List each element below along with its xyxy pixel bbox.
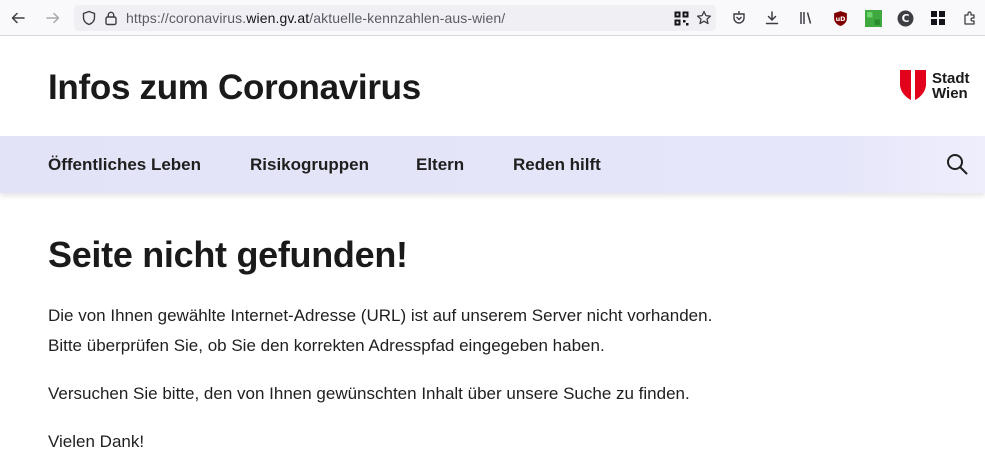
url-prefix: https://coronavirus.: [126, 10, 247, 26]
url-path: /aktuelle-kennzahlen-aus-wien/: [309, 10, 506, 26]
url-text[interactable]: https://coronavirus.wien.gv.at/aktuelle-…: [126, 10, 505, 26]
svg-text:C: C: [901, 12, 909, 25]
url-domain: wien.gv.at: [246, 10, 310, 26]
qr-code-icon[interactable]: [674, 11, 690, 27]
shield-icon[interactable]: [81, 10, 97, 26]
nav-item-oeffentliches-leben[interactable]: Öffentliches Leben: [48, 155, 201, 175]
logo-line-2: Wien: [932, 85, 968, 102]
site-header: Infos zum Coronavirus Stadt Wien: [0, 36, 985, 136]
page-heading: Seite nicht gefunden!: [48, 234, 408, 275]
lock-icon[interactable]: [103, 10, 119, 26]
c-extension-icon[interactable]: C: [896, 9, 914, 27]
logo-line-1: Stadt: [932, 70, 970, 87]
puzzle-icon[interactable]: [961, 9, 979, 27]
pocket-icon[interactable]: [730, 9, 748, 27]
thanks-text: Vielen Dank!: [48, 432, 145, 451]
vienna-shield-icon: [900, 70, 926, 101]
nav-item-reden-hilft[interactable]: Reden hilft: [513, 155, 601, 175]
search-hint-text: Versuchen Sie bitte, den von Ihnen gewün…: [48, 384, 690, 403]
nav-item-risikogruppen[interactable]: Risikogruppen: [250, 155, 369, 175]
download-icon[interactable]: [763, 9, 781, 27]
stadt-wien-logo[interactable]: Stadt Wien: [900, 70, 980, 104]
library-icon[interactable]: [797, 9, 815, 27]
search-icon: [947, 154, 968, 175]
error-message-line-2: Bitte überprüfen Sie, ob Sie den korrekt…: [48, 336, 605, 355]
error-message-line-1: Die von Ihnen gewählte Internet-Adresse …: [48, 306, 713, 325]
ublock-icon[interactable]: uD: [831, 9, 849, 27]
logo-text: Stadt Wien: [932, 71, 970, 101]
site-title[interactable]: Infos zum Coronavirus: [48, 68, 421, 108]
green-extension-icon[interactable]: [864, 9, 882, 27]
browser-toolbar: https://coronavirus.wien.gv.at/aktuelle-…: [0, 0, 985, 36]
bookmark-star-icon[interactable]: [696, 10, 712, 26]
url-bar[interactable]: https://coronavirus.wien.gv.at/aktuelle-…: [74, 5, 716, 31]
extensions-grid-icon[interactable]: [929, 9, 947, 27]
svg-text:uD: uD: [835, 15, 845, 23]
forward-arrow-icon[interactable]: [43, 8, 63, 28]
search-button[interactable]: [946, 153, 968, 175]
nav-item-eltern[interactable]: Eltern: [416, 155, 464, 175]
back-arrow-icon[interactable]: [8, 8, 28, 28]
main-navigation: Öffentliches Leben Risikogruppen Eltern …: [0, 136, 985, 193]
